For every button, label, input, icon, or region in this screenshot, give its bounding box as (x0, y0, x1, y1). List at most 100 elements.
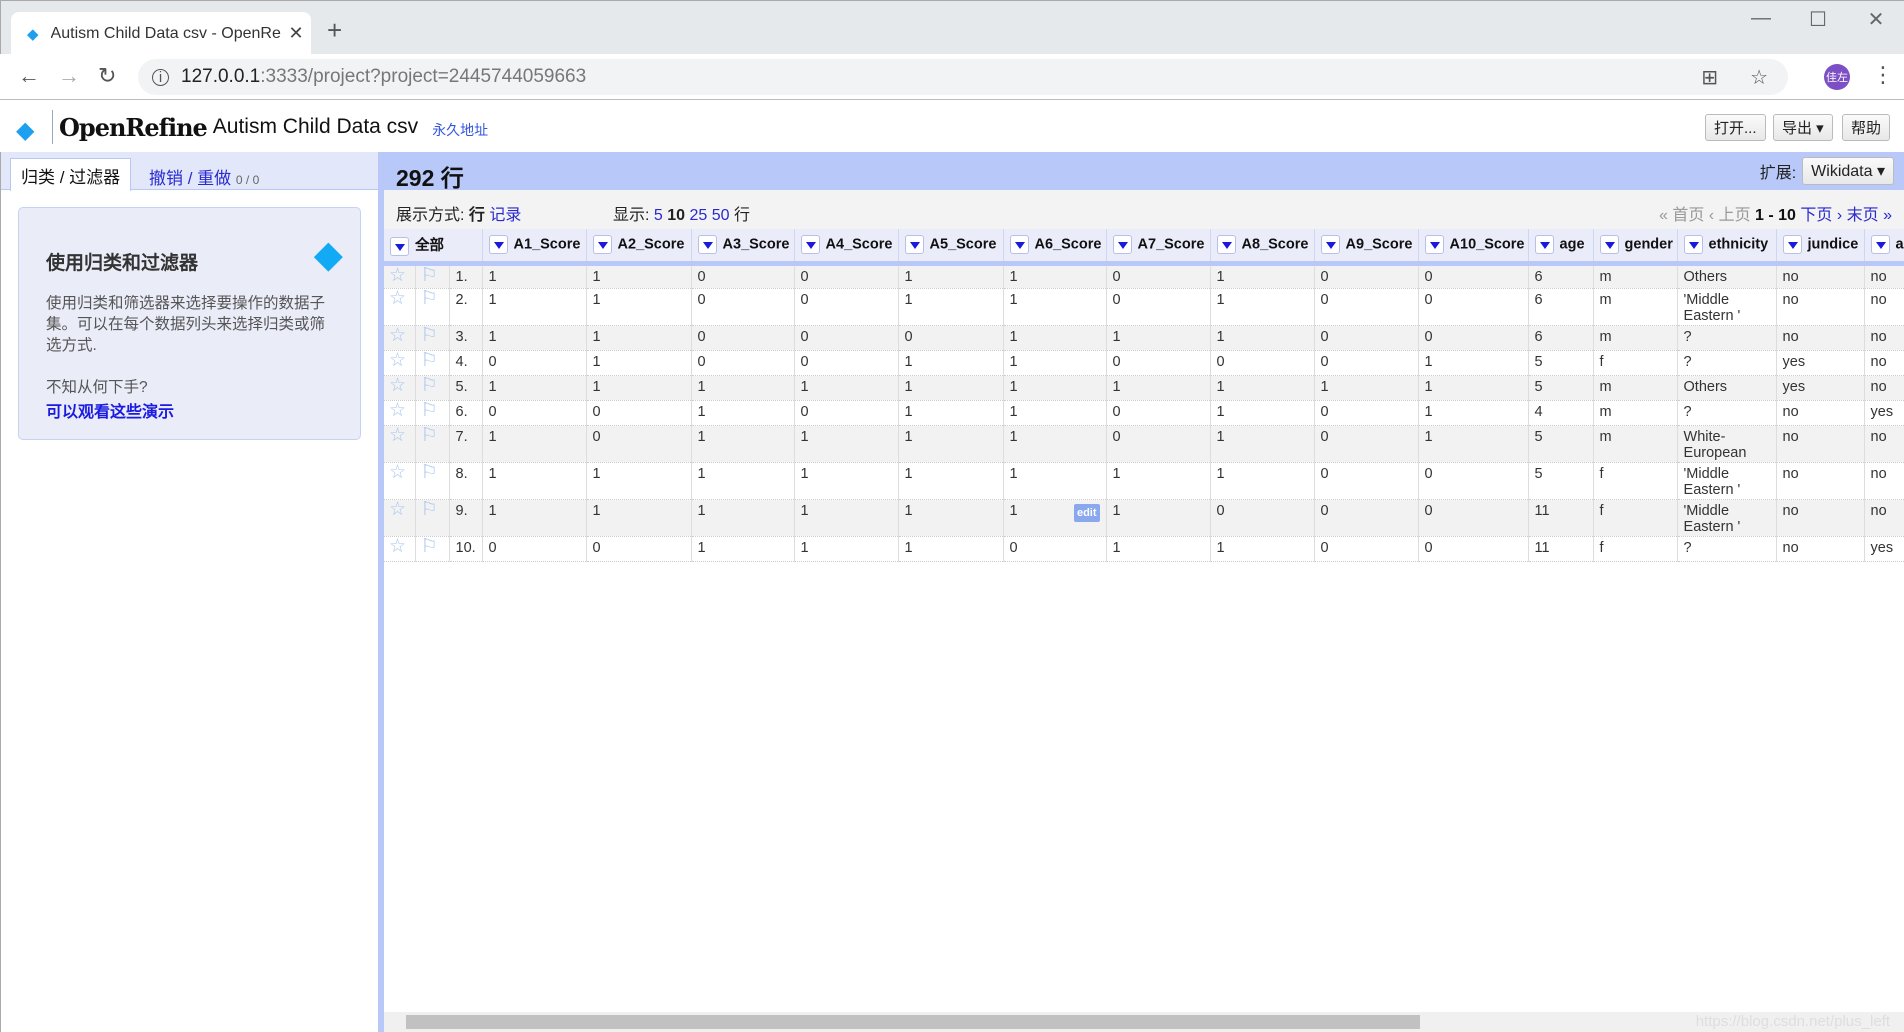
edit-cell-button[interactable]: edit (1073, 503, 1100, 522)
column-header[interactable]: A3_Score (691, 229, 795, 266)
table-cell[interactable]: 1 (898, 425, 1004, 463)
table-cell[interactable]: 1 (1314, 375, 1419, 401)
horizontal-scrollbar[interactable] (384, 1012, 1904, 1032)
table-cell[interactable]: 0 (691, 350, 795, 376)
table-cell[interactable]: 1 (1418, 350, 1529, 376)
table-cell[interactable]: 1 (1210, 425, 1315, 463)
flag-icon[interactable]: ⚐ (415, 325, 450, 351)
table-cell[interactable]: 1 (898, 536, 1004, 562)
column-menu-icon[interactable] (1534, 235, 1554, 255)
table-cell[interactable]: 0 (1314, 350, 1419, 376)
table-cell[interactable]: 1 (1210, 536, 1315, 562)
flag-icon[interactable]: ⚐ (415, 263, 450, 289)
table-cell[interactable]: 'Middle Eastern ' (1677, 288, 1777, 326)
table-cell[interactable]: no (1864, 325, 1904, 351)
window-close-icon[interactable]: ✕ (1856, 7, 1896, 32)
table-cell[interactable]: 1 (794, 425, 899, 463)
table-cell[interactable]: 1 (1106, 536, 1211, 562)
table-cell[interactable]: no (1776, 499, 1865, 537)
column-header[interactable]: A2_Score (586, 229, 692, 266)
table-cell[interactable]: 1 (1003, 288, 1107, 326)
table-cell[interactable]: 0 (1314, 288, 1419, 326)
minimize-icon[interactable]: — (1741, 7, 1781, 30)
table-cell[interactable]: 6 (1528, 263, 1594, 289)
table-cell[interactable]: 0 (586, 400, 692, 426)
table-cell[interactable]: 0 (691, 288, 795, 326)
table-cell[interactable]: 0 (1106, 350, 1211, 376)
page-size-5[interactable]: 5 (654, 207, 663, 224)
column-header[interactable]: A4_Score (794, 229, 899, 266)
table-cell[interactable]: 0 (1106, 400, 1211, 426)
table-cell[interactable]: 0 (691, 263, 795, 289)
table-cell[interactable]: 0 (1418, 499, 1529, 537)
column-menu-icon[interactable] (1320, 235, 1340, 255)
table-cell[interactable]: no (1864, 350, 1904, 376)
tab-facets[interactable]: 归类 / 过滤器 (10, 158, 132, 191)
table-cell[interactable]: 1 (482, 375, 587, 401)
table-cell[interactable]: f (1593, 350, 1678, 376)
url-input[interactable]: i 127.0.0.1:3333/project?project=2445744… (138, 59, 1788, 95)
table-cell[interactable]: yes (1776, 375, 1865, 401)
table-cell[interactable]: 0 (1314, 536, 1419, 562)
table-cell[interactable]: no (1776, 536, 1865, 562)
table-cell[interactable]: no (1864, 425, 1904, 463)
info-icon[interactable]: i (152, 68, 169, 86)
table-cell[interactable]: 0 (1106, 425, 1211, 463)
browser-tab[interactable]: ◆ Autism Child Data csv - OpenRefine ✕ (11, 12, 311, 55)
column-header[interactable]: jundice (1776, 229, 1865, 266)
column-menu-icon[interactable] (800, 235, 820, 255)
table-cell[interactable]: m (1593, 425, 1678, 463)
table-cell[interactable]: 1 (482, 263, 587, 289)
table-cell[interactable]: 1 (586, 499, 692, 537)
table-cell[interactable]: 'Middle Eastern ' (1677, 462, 1777, 500)
flag-icon[interactable]: ⚐ (415, 499, 450, 537)
table-cell[interactable]: 1 (1418, 400, 1529, 426)
reload-icon[interactable]: ↻ (98, 63, 116, 89)
column-menu-icon[interactable] (1599, 235, 1619, 255)
table-cell[interactable]: 0 (1003, 536, 1107, 562)
table-cell[interactable]: f (1593, 499, 1678, 537)
table-cell[interactable]: 1 (1003, 400, 1107, 426)
table-cell[interactable]: 6 (1528, 288, 1594, 326)
column-menu-icon[interactable] (390, 236, 409, 256)
table-cell[interactable]: f (1593, 536, 1678, 562)
table-cell[interactable]: 1 (586, 350, 692, 376)
table-cell[interactable]: 1 (1210, 325, 1315, 351)
table-cell[interactable]: 0 (691, 325, 795, 351)
column-header[interactable]: A1_Score (482, 229, 587, 266)
table-cell[interactable]: 0 (482, 400, 587, 426)
column-header[interactable]: A10_Score (1418, 229, 1529, 266)
column-menu-icon[interactable] (1782, 235, 1802, 255)
table-cell[interactable]: 1 (898, 499, 1004, 537)
table-cell[interactable]: 1 (1210, 288, 1315, 326)
close-tab-icon[interactable]: ✕ (281, 23, 311, 44)
table-cell[interactable]: m (1593, 263, 1678, 289)
table-cell[interactable]: 1 (1106, 375, 1211, 401)
table-cell[interactable]: yes (1864, 536, 1904, 562)
table-cell[interactable]: 0 (794, 288, 899, 326)
flag-icon[interactable]: ⚐ (415, 375, 450, 401)
table-cell[interactable]: no (1864, 263, 1904, 289)
browser-menu-icon[interactable]: ⋮ (1872, 62, 1894, 88)
table-cell[interactable]: 1 (691, 425, 795, 463)
star-icon[interactable]: ☆ (384, 288, 416, 326)
column-menu-icon[interactable] (1112, 235, 1132, 255)
column-menu-icon[interactable] (488, 235, 508, 255)
table-cell[interactable]: 4 (1528, 400, 1594, 426)
table-cell[interactable]: 0 (1210, 499, 1315, 537)
table-cell[interactable]: 1 (794, 499, 899, 537)
new-tab-icon[interactable]: + (327, 15, 342, 46)
table-cell[interactable]: 1 (482, 288, 587, 326)
table-cell[interactable]: 1 (1106, 499, 1211, 537)
column-menu-icon[interactable] (1683, 235, 1703, 255)
table-cell[interactable]: no (1864, 499, 1904, 537)
table-cell[interactable]: 1 (1210, 462, 1315, 500)
table-cell[interactable]: 1 (1418, 425, 1529, 463)
table-cell[interactable]: m (1593, 400, 1678, 426)
table-cell[interactable]: 1 (586, 263, 692, 289)
table-cell[interactable]: 1 (898, 263, 1004, 289)
table-cell[interactable]: 1 (1003, 263, 1107, 289)
column-menu-icon[interactable] (1216, 235, 1236, 255)
permalink-link[interactable]: 永久地址 (432, 120, 488, 140)
flag-icon[interactable]: ⚐ (415, 536, 450, 562)
